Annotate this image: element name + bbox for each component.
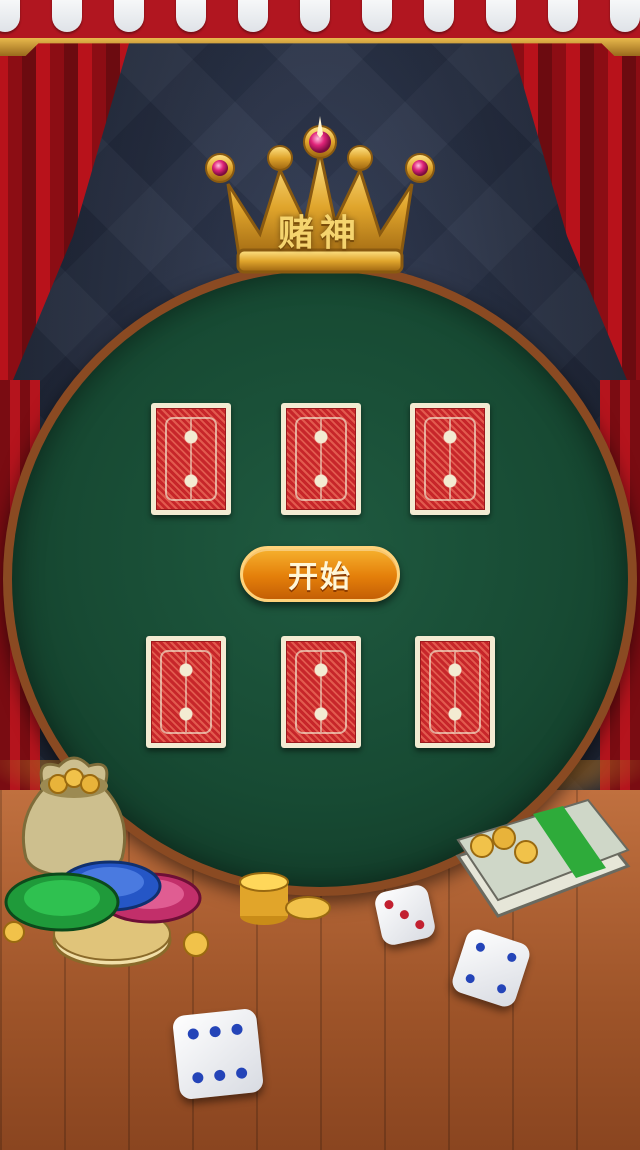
cash-stack-icon — [455, 798, 631, 918]
card-row2-slot2[interactable] — [281, 636, 361, 748]
awning-scallop — [114, 0, 144, 32]
start-button[interactable]: 开始 — [240, 546, 400, 602]
awning-scallop — [0, 0, 20, 32]
card-back — [420, 641, 490, 743]
poker-chips-icon — [3, 860, 209, 968]
awning-scallop — [424, 0, 454, 32]
card-back — [286, 641, 356, 743]
dice-icon — [372, 882, 438, 948]
awning-scallop — [548, 0, 578, 32]
awning-scallop — [238, 0, 268, 32]
crown-icon: 赌神 — [200, 112, 440, 282]
gold-coins-icon — [239, 872, 331, 925]
card-back — [286, 408, 356, 510]
game-title: 赌神 — [277, 212, 362, 254]
card-row1-slot3[interactable] — [410, 403, 490, 515]
awning-scallop — [362, 0, 392, 32]
card-back — [415, 408, 485, 510]
dice-icon — [171, 1007, 265, 1101]
awning-scallop — [52, 0, 82, 32]
card-row2-slot3[interactable] — [415, 636, 495, 748]
card-back — [151, 641, 221, 743]
card-back — [156, 408, 226, 510]
card-row1-slot2[interactable] — [281, 403, 361, 515]
game-screen: 赌神 开始 — [0, 0, 640, 1150]
card-row2-slot1[interactable] — [146, 636, 226, 748]
crown-graphic — [205, 116, 435, 274]
awning-scallop — [486, 0, 516, 32]
card-row1-slot1[interactable] — [151, 403, 231, 515]
awning-scallop — [610, 0, 640, 32]
awning — [0, 0, 640, 42]
awning-scallop — [300, 0, 330, 32]
awning-scallop — [176, 0, 206, 32]
start-button-label: 开始 — [288, 560, 352, 595]
